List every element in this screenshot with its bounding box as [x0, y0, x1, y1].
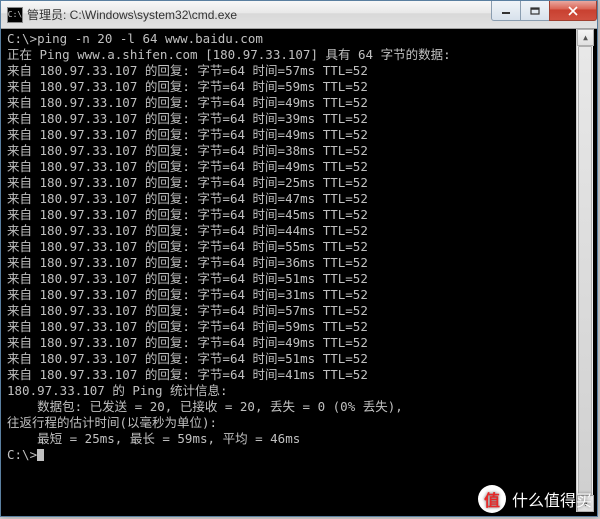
- stats-packets: 数据包: 已发送 = 20, 已接收 = 20, 丢失 = 0 (0% 丢失),: [7, 399, 591, 415]
- minimize-button[interactable]: [491, 1, 521, 21]
- ping-reply: 来自 180.97.33.107 的回复: 字节=64 时间=59ms TTL=…: [7, 319, 591, 335]
- maximize-button[interactable]: [520, 1, 550, 21]
- scroll-thumb[interactable]: [578, 46, 592, 495]
- ping-reply: 来自 180.97.33.107 的回复: 字节=64 时间=31ms TTL=…: [7, 287, 591, 303]
- watermark-badge-icon: 值: [478, 485, 506, 513]
- ping-reply: 来自 180.97.33.107 的回复: 字节=64 时间=45ms TTL=…: [7, 207, 591, 223]
- close-button[interactable]: [549, 1, 597, 21]
- ping-reply: 来自 180.97.33.107 的回复: 字节=64 时间=51ms TTL=…: [7, 271, 591, 287]
- ping-reply: 来自 180.97.33.107 的回复: 字节=64 时间=55ms TTL=…: [7, 239, 591, 255]
- terminal-output[interactable]: C:\>ping -n 20 -l 64 www.baidu.com正在 Pin…: [5, 29, 593, 512]
- watermark-text: 什么值得买: [512, 487, 592, 511]
- ping-reply: 来自 180.97.33.107 的回复: 字节=64 时间=57ms TTL=…: [7, 303, 591, 319]
- watermark: 值 什么值得买: [478, 485, 592, 513]
- ping-reply: 来自 180.97.33.107 的回复: 字节=64 时间=49ms TTL=…: [7, 95, 591, 111]
- cmd-window: C:\ 管理员: C:\Windows\system32\cmd.exe C:\…: [0, 0, 598, 517]
- stats-header: 180.97.33.107 的 Ping 统计信息:: [7, 383, 591, 399]
- ping-reply: 来自 180.97.33.107 的回复: 字节=64 时间=38ms TTL=…: [7, 143, 591, 159]
- scroll-up-button[interactable]: ▲: [577, 29, 594, 46]
- command-line: C:\>ping -n 20 -l 64 www.baidu.com: [7, 31, 591, 47]
- ping-reply: 来自 180.97.33.107 的回复: 字节=64 时间=44ms TTL=…: [7, 223, 591, 239]
- titlebar-buttons: [492, 1, 597, 21]
- window-title: 管理员: C:\Windows\system32\cmd.exe: [27, 6, 237, 23]
- ping-reply: 来自 180.97.33.107 的回复: 字节=64 时间=41ms TTL=…: [7, 367, 591, 383]
- ping-reply: 来自 180.97.33.107 的回复: 字节=64 时间=47ms TTL=…: [7, 191, 591, 207]
- app-icon: C:\: [7, 7, 23, 23]
- stats-rtt: 最短 = 25ms, 最长 = 59ms, 平均 = 46ms: [7, 431, 591, 447]
- ping-reply: 来自 180.97.33.107 的回复: 字节=64 时间=49ms TTL=…: [7, 335, 591, 351]
- ping-reply: 来自 180.97.33.107 的回复: 字节=64 时间=49ms TTL=…: [7, 159, 591, 175]
- ping-reply: 来自 180.97.33.107 的回复: 字节=64 时间=49ms TTL=…: [7, 127, 591, 143]
- stats-rtt-header: 往返行程的估计时间(以毫秒为单位):: [7, 415, 591, 431]
- ping-header: 正在 Ping www.a.shifen.com [180.97.33.107]…: [7, 47, 591, 63]
- titlebar[interactable]: C:\ 管理员: C:\Windows\system32\cmd.exe: [1, 1, 597, 29]
- prompt: C:\>: [7, 447, 591, 463]
- ping-reply: 来自 180.97.33.107 的回复: 字节=64 时间=57ms TTL=…: [7, 63, 591, 79]
- ping-reply: 来自 180.97.33.107 的回复: 字节=64 时间=39ms TTL=…: [7, 111, 591, 127]
- vertical-scrollbar[interactable]: ▲ ▼: [576, 29, 593, 512]
- ping-reply: 来自 180.97.33.107 的回复: 字节=64 时间=51ms TTL=…: [7, 351, 591, 367]
- ping-reply: 来自 180.97.33.107 的回复: 字节=64 时间=25ms TTL=…: [7, 175, 591, 191]
- ping-reply: 来自 180.97.33.107 的回复: 字节=64 时间=36ms TTL=…: [7, 255, 591, 271]
- ping-reply: 来自 180.97.33.107 的回复: 字节=64 时间=59ms TTL=…: [7, 79, 591, 95]
- cursor: [37, 449, 44, 461]
